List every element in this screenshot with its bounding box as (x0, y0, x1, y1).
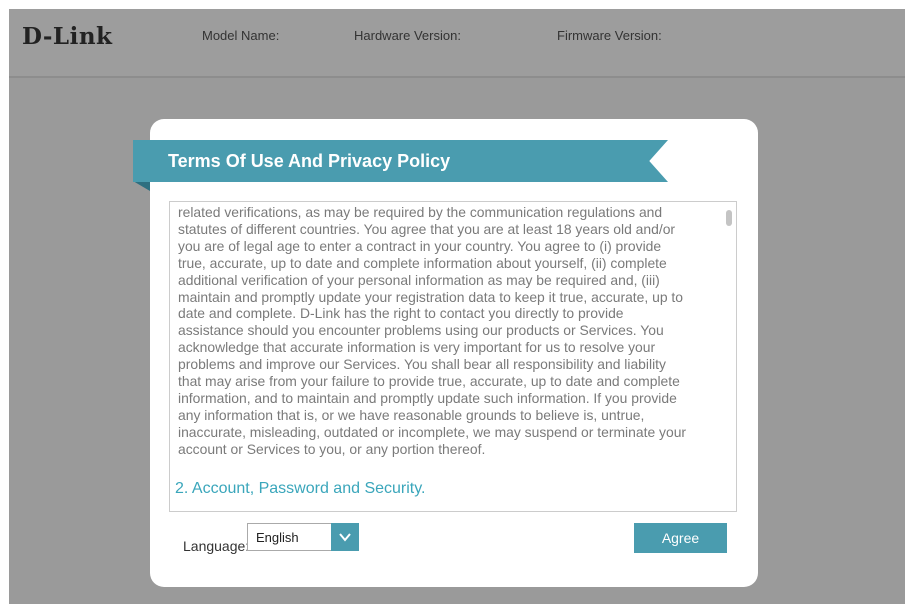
title-ribbon: Terms Of Use And Privacy Policy (133, 140, 668, 182)
terms-line: related verifications, as may be require… (178, 204, 663, 220)
dialog-title: Terms Of Use And Privacy Policy (168, 151, 451, 171)
terms-line: assistance should you encounter problems… (178, 322, 664, 339)
terms-line: any information that is, or we have reas… (178, 406, 645, 423)
language-select[interactable]: English (247, 523, 359, 551)
terms-line: acknowledge that accurate information is… (178, 339, 656, 356)
agree-button[interactable]: Agree (634, 523, 727, 553)
terms-line: inaccurate, misleading, outdated or inco… (178, 423, 687, 440)
terms-text-scroll-area[interactable]: related verifications, as may be require… (169, 201, 737, 512)
terms-line: date and complete. D-Link has the right … (178, 305, 624, 322)
top-header: D-Link Model Name: Hardware Version: Fir… (9, 9, 905, 78)
title-ribbon-fold (133, 181, 150, 191)
language-label: Language: (183, 538, 250, 554)
terms-line: problems and improve our Services. You s… (178, 356, 666, 373)
terms-line: statutes of different countries. You agr… (178, 220, 676, 237)
terms-line: additional verification of your personal… (178, 271, 660, 288)
terms-line: information, and to maintain and promptl… (178, 389, 677, 406)
terms-line: you are of legal age to enter a contract… (178, 237, 662, 254)
terms-line: account or Services to you, or any porti… (178, 440, 486, 457)
model-name-label: Model Name: (202, 28, 280, 43)
hardware-version-label: Hardware Version: (354, 28, 461, 43)
terms-line: true, accurate, up to date and complete … (178, 254, 667, 271)
terms-body-text: related verifications, as may be require… (178, 204, 716, 458)
terms-line: that may arise from your failure to prov… (178, 373, 680, 390)
page-overlay: D-Link Model Name: Hardware Version: Fir… (9, 9, 905, 604)
scrollbar-thumb[interactable] (726, 210, 732, 226)
section-heading: 2. Account, Password and Security. (175, 480, 426, 497)
language-selected-value: English (256, 530, 299, 545)
dlink-logo: D-Link (22, 23, 113, 50)
terms-line: maintain and promptly update your regist… (178, 288, 683, 305)
chevron-down-icon[interactable] (331, 523, 359, 551)
firmware-version-label: Firmware Version: (557, 28, 662, 43)
